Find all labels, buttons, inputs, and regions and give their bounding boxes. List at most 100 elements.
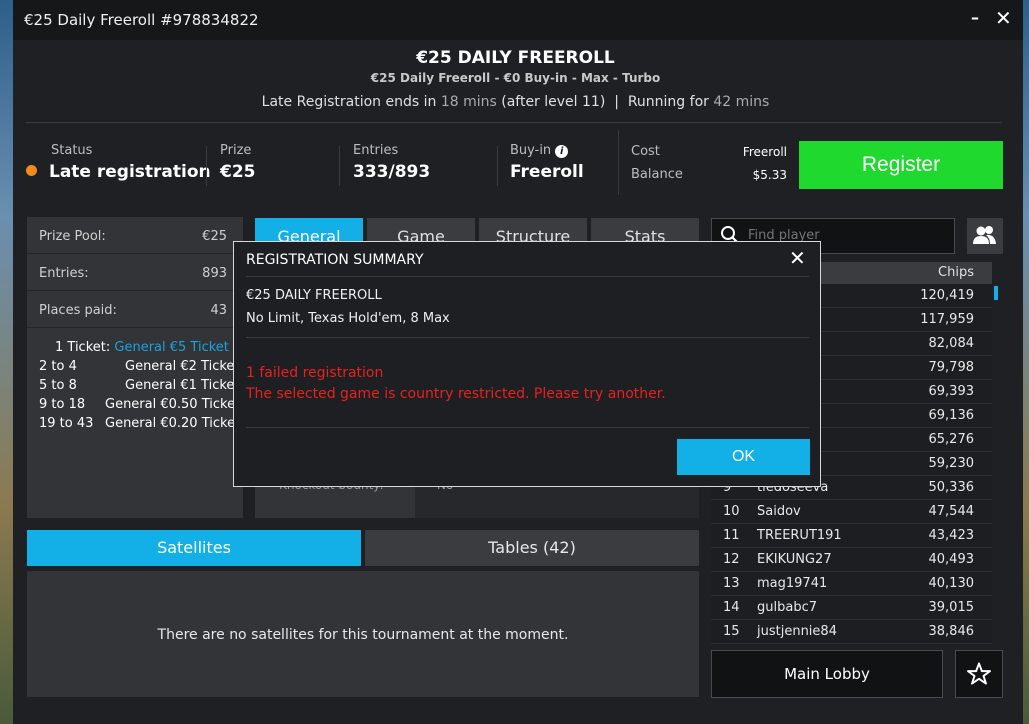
running-prefix: Running for — [627, 94, 709, 110]
registration-summary-dialog: REGISTRATION SUMMARY ✕ €25 DAILY FREEROL… — [233, 241, 821, 487]
player-chips: 79,798 — [928, 360, 975, 375]
player-row[interactable]: 12 EKIKUNG27 40,493 — [711, 548, 992, 572]
prize-ticket: General €1 Ticket — [125, 378, 240, 393]
register-button[interactable]: Register — [799, 141, 1003, 189]
late-registration-info: Late Registration ends in 18 mins (after… — [13, 94, 1018, 110]
buyin-stat: Buy-in i Freeroll — [510, 143, 584, 182]
tournament-title: €25 DAILY FREEROLL — [416, 48, 615, 68]
players-button[interactable] — [967, 218, 1003, 254]
dialog-game-type: No Limit, Texas Hold'em, 8 Max — [246, 311, 450, 326]
dialog-close-button[interactable]: ✕ — [789, 246, 806, 270]
buyin-value: Freeroll — [510, 162, 584, 182]
player-rank: 12 — [723, 552, 740, 567]
chips-header: Chips — [938, 265, 974, 280]
player-chips: 38,846 — [928, 624, 975, 639]
players-scrollbar[interactable] — [994, 286, 998, 300]
cost-label: Cost — [631, 144, 660, 159]
buyin-label: Buy-in — [510, 143, 552, 158]
balance-label: Balance — [631, 167, 683, 182]
prize-line: 19 to 43 General €0.20 Ticket — [39, 416, 240, 431]
satellites-panel: There are no satellites for this tournam… — [27, 571, 699, 697]
prize-pool-row: Prize Pool: €25 — [27, 217, 243, 254]
prize-ticket: General €0.50 Ticket — [105, 397, 241, 412]
player-chips: 40,493 — [928, 552, 975, 567]
player-chips: 59,230 — [928, 456, 975, 471]
dialog-divider — [246, 427, 809, 428]
users-icon — [973, 226, 996, 244]
main-lobby-button[interactable]: Main Lobby — [711, 650, 943, 698]
tab-tables[interactable]: Tables (42) — [365, 530, 699, 566]
player-name: gulbabc7 — [757, 600, 817, 615]
player-name: mag19741 — [757, 576, 828, 591]
player-chips: 82,084 — [928, 336, 975, 351]
star-icon — [967, 662, 991, 685]
late-prefix: Late Registration ends in — [261, 94, 437, 110]
prize-label: Prize — [220, 143, 252, 158]
cost-divider — [618, 130, 619, 195]
no-satellites-message: There are no satellites for this tournam… — [157, 627, 569, 643]
prize-ticket: General €2 Ticket — [125, 359, 240, 374]
minimize-button[interactable]: – — [971, 8, 979, 27]
player-chips: 120,419 — [920, 288, 974, 303]
player-chips: 50,336 — [928, 480, 975, 495]
late-after: (after level 11) — [501, 94, 606, 110]
title-bar: €25 Daily Freeroll #978834822 – ✕ — [13, 0, 1023, 40]
places-paid-row: Places paid: 43 — [27, 291, 243, 328]
player-rank: 14 — [723, 600, 740, 615]
player-chips: 39,015 — [928, 600, 975, 615]
late-value: 18 mins — [440, 94, 497, 110]
prize-line: 9 to 18 General €0.50 Ticket — [39, 397, 240, 412]
player-name: Saidov — [757, 504, 801, 519]
row-key: Prize Pool: — [39, 229, 106, 244]
player-name: TREERUT191 — [757, 528, 842, 543]
status-value: Late registration — [49, 162, 211, 182]
dialog-error-message: The selected game is country restricted.… — [246, 386, 666, 402]
prize-line: 5 to 8 General €1 Ticket — [39, 378, 240, 393]
player-chips: 117,959 — [920, 312, 974, 327]
dialog-divider — [246, 276, 809, 277]
player-row[interactable]: 10 Saidov 47,544 — [711, 500, 992, 524]
prize-position: 1 Ticket: — [55, 340, 111, 355]
row-key: Entries: — [39, 266, 89, 281]
player-row[interactable]: 11 TREERUT191 43,423 — [711, 524, 992, 548]
balance-value: $5.33 — [752, 168, 787, 182]
running-value: 42 mins — [713, 94, 770, 110]
prize-info-panel: Prize Pool: €25 Entries: 893 Places paid… — [27, 217, 243, 518]
prize-line: 2 to 4 General €2 Ticket — [39, 359, 240, 374]
player-rank: 13 — [723, 576, 740, 591]
header-separator: | — [614, 94, 619, 110]
player-name: EKIKUNG27 — [757, 552, 832, 567]
stat-divider — [206, 146, 207, 186]
dialog-divider — [246, 337, 809, 338]
player-row[interactable]: 14 gulbabc7 39,015 — [711, 596, 992, 620]
entries-stat: Entries 333/893 — [353, 143, 430, 182]
prize-position: 2 to 4 — [39, 359, 77, 374]
stat-divider — [339, 146, 340, 186]
ok-button[interactable]: OK — [677, 439, 810, 475]
player-chips: 69,136 — [928, 408, 975, 423]
dialog-error-count: 1 failed registration — [246, 365, 384, 381]
player-chips: 65,276 — [928, 432, 975, 447]
header-divider — [26, 122, 1002, 123]
prize-ticket-link[interactable]: General €5 Ticket — [114, 340, 229, 355]
player-rank: 11 — [723, 528, 740, 543]
favorite-button[interactable] — [955, 650, 1003, 698]
player-chips: 47,544 — [928, 504, 975, 519]
player-row[interactable]: 13 mag19741 40,130 — [711, 572, 992, 596]
prize-position: 19 to 43 — [39, 416, 94, 431]
player-row[interactable]: 15 justjennie84 38,846 — [711, 620, 992, 644]
row-value: 893 — [202, 266, 227, 281]
row-value: 43 — [210, 303, 227, 318]
status-label: Status — [51, 143, 93, 158]
prize-position: 5 to 8 — [39, 378, 77, 393]
close-window-button[interactable]: ✕ — [995, 6, 1012, 30]
tab-satellites[interactable]: Satellites — [27, 530, 361, 566]
player-name: justjennie84 — [757, 624, 837, 639]
prize-position: 9 to 18 — [39, 397, 86, 412]
dialog-title: REGISTRATION SUMMARY — [246, 252, 424, 268]
status-stat: Status Late registration — [26, 143, 211, 182]
entries-row: Entries: 893 — [27, 254, 243, 291]
info-icon[interactable]: i — [555, 145, 569, 158]
status-dot-icon — [26, 165, 37, 176]
entries-value: 333/893 — [353, 162, 431, 182]
